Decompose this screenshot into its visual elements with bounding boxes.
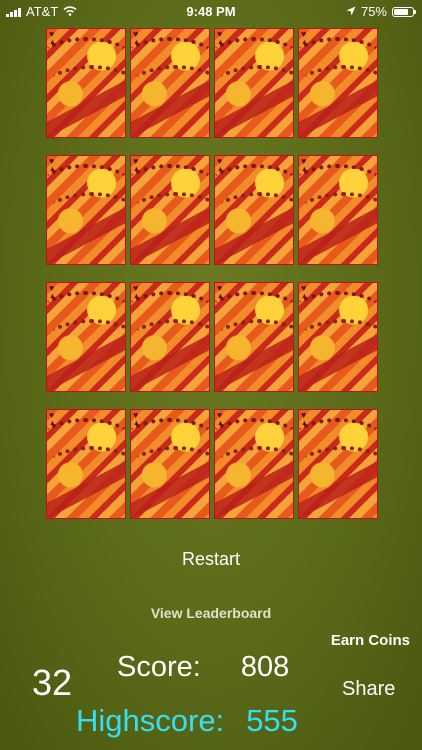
memory-card[interactable]: ♥ ▲ [214, 282, 294, 392]
status-bar: AT&T 9:48 PM 75% [0, 0, 422, 24]
memory-card[interactable]: ♥ ▲ [298, 282, 378, 392]
memory-card[interactable]: ♥ ▲ [130, 409, 210, 519]
timer-value: 32 [32, 662, 73, 703]
earn-coins-button[interactable]: Earn Coins [331, 632, 410, 649]
heart-icon: ♥ [133, 283, 139, 293]
heart-icon: ♥ [217, 156, 223, 166]
heart-icon: ♥ [49, 283, 55, 293]
card-corner-mark: ▲ [301, 293, 308, 300]
heart-icon: ♥ [133, 29, 139, 39]
card-corner-mark: ▲ [133, 420, 140, 427]
memory-card[interactable]: ♥ ▲ [298, 155, 378, 265]
card-corner-mark: ▲ [217, 166, 224, 173]
memory-card[interactable]: ♥ ▲ [214, 155, 294, 265]
score-value: 808 [240, 651, 290, 683]
heart-icon: ♥ [49, 29, 55, 39]
card-grid: ♥ ▲ ♥ ▲ ♥ ▲ ♥ ▲ ♥ ▲ ♥ ▲ ♥ ▲ ♥ ▲ ♥ ▲ ♥ ▲ ♥ ▲ ♥ ▲ ♥ ▲ ♥ ▲ ♥ ▲ ♥ ▲ [46, 28, 378, 519]
card-corner-mark: ▲ [133, 293, 140, 300]
heart-icon: ♥ [217, 29, 223, 39]
card-corner-mark: ▲ [301, 166, 308, 173]
memory-card[interactable]: ♥ ▲ [46, 155, 126, 265]
status-right: 75% [346, 4, 416, 19]
memory-card[interactable]: ♥ ▲ [46, 409, 126, 519]
highscore-display: Highscore: 555 [76, 703, 298, 739]
heart-icon: ♥ [301, 410, 307, 420]
battery-icon [392, 6, 416, 17]
location-arrow-icon [346, 4, 356, 19]
card-corner-mark: ▲ [217, 420, 224, 427]
card-corner-mark: ▲ [49, 420, 56, 427]
heart-icon: ♥ [133, 156, 139, 166]
share-button[interactable]: Share [342, 678, 395, 701]
memory-card[interactable]: ♥ ▲ [46, 28, 126, 138]
heart-icon: ♥ [301, 29, 307, 39]
memory-card[interactable]: ♥ ▲ [130, 282, 210, 392]
battery-percent: 75% [360, 4, 387, 19]
battery-fill [394, 8, 408, 15]
card-corner-mark: ▲ [217, 39, 224, 46]
card-corner-mark: ▲ [217, 293, 224, 300]
heart-icon: ♥ [133, 410, 139, 420]
memory-card[interactable]: ♥ ▲ [298, 409, 378, 519]
view-leaderboard-button[interactable]: View Leaderboard [0, 605, 422, 621]
highscore-label: Highscore: [76, 703, 225, 738]
heart-icon: ♥ [217, 410, 223, 420]
memory-card[interactable]: ♥ ▲ [214, 28, 294, 138]
heart-icon: ♥ [301, 156, 307, 166]
heart-icon: ♥ [217, 283, 223, 293]
memory-card[interactable]: ♥ ▲ [298, 28, 378, 138]
card-corner-mark: ▲ [133, 39, 140, 46]
memory-card[interactable]: ♥ ▲ [46, 282, 126, 392]
score-label: Score: [117, 651, 201, 683]
heart-icon: ♥ [49, 156, 55, 166]
heart-icon: ♥ [49, 410, 55, 420]
card-corner-mark: ▲ [49, 293, 56, 300]
card-corner-mark: ▲ [49, 39, 56, 46]
score-display: Score: 808 [117, 651, 289, 684]
card-corner-mark: ▲ [49, 166, 56, 173]
memory-card[interactable]: ♥ ▲ [130, 28, 210, 138]
memory-card[interactable]: ♥ ▲ [214, 409, 294, 519]
card-corner-mark: ▲ [301, 420, 308, 427]
card-corner-mark: ▲ [133, 166, 140, 173]
card-corner-mark: ▲ [301, 39, 308, 46]
memory-card[interactable]: ♥ ▲ [130, 155, 210, 265]
heart-icon: ♥ [301, 283, 307, 293]
highscore-value: 555 [246, 703, 298, 738]
restart-button[interactable]: Restart [0, 549, 422, 570]
